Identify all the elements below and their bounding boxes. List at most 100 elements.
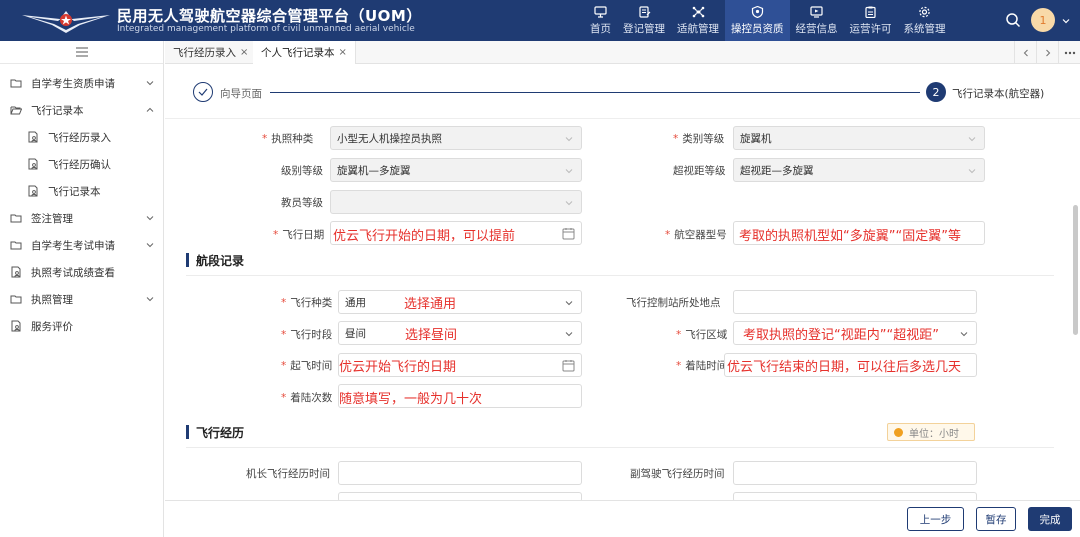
- nav-system-management-label: 系统管理: [903, 22, 946, 35]
- sidebar-item-endorsement[interactable]: 签注管理: [0, 208, 164, 228]
- tab-scroll-left[interactable]: [1014, 41, 1036, 64]
- sidebar-item-label: 飞行经历录入: [48, 131, 111, 144]
- footer-actions: 上一步 暂存 完成: [165, 500, 1080, 537]
- tab-scroll-right[interactable]: [1036, 41, 1058, 64]
- control-station-input[interactable]: [733, 290, 977, 314]
- control-station-label: 飞行控制站所处地点: [626, 297, 721, 309]
- finish-button[interactable]: 完成: [1028, 507, 1072, 531]
- nav-registration-label: 登记管理: [623, 22, 665, 35]
- top-header: 民用无人驾驶航空器综合管理平台（UOM） Integrated manageme…: [0, 0, 1080, 41]
- nav-operation-license[interactable]: 运营许可: [844, 0, 898, 41]
- tab-personal-flight-logbook[interactable]: 个人飞行记录本 ×: [253, 41, 356, 64]
- folder-icon: [10, 241, 22, 250]
- license-type-select[interactable]: 小型无人机操控员执照: [330, 126, 582, 150]
- calendar-icon: [562, 228, 575, 240]
- chevron-down-icon[interactable]: [1062, 17, 1070, 25]
- sidebar-item-license-management[interactable]: 执照管理: [0, 289, 164, 309]
- nav-operator-qualification[interactable]: 操控员资质: [725, 0, 790, 41]
- tab-more-menu[interactable]: [1058, 41, 1080, 64]
- section-title-experience: 飞行经历: [186, 424, 244, 441]
- info-icon: [894, 427, 903, 437]
- captain-time-input[interactable]: [338, 461, 582, 485]
- nav-home[interactable]: 首页: [584, 0, 617, 41]
- takeoff-label: * 起飞时间: [281, 360, 333, 372]
- clipboard-icon: [864, 6, 878, 18]
- sidebar-item-flight-logbook[interactable]: 飞行记录本: [0, 181, 164, 201]
- platform-title: 民用无人驾驶航空器综合管理平台（UOM）: [117, 7, 422, 25]
- sidebar-item-flight-logbook-group[interactable]: 飞行记录本: [0, 100, 164, 120]
- nav-airworthiness[interactable]: 适航管理: [671, 0, 725, 41]
- calendar-icon: [562, 360, 575, 372]
- unit-badge: 单位：小时: [887, 423, 975, 441]
- sidebar-item-service-rating[interactable]: 服务评价: [0, 316, 164, 336]
- flight-type-select[interactable]: 通用: [338, 290, 582, 314]
- main-nav: 首页 登记管理 适航管理 操控员资质 经营信息 运营许可 系统管理: [584, 0, 952, 41]
- section-divider: [186, 447, 1054, 448]
- search-icon[interactable]: [1005, 12, 1021, 28]
- step-current-indicator: 2: [926, 82, 946, 102]
- nav-business-info[interactable]: 经营信息: [790, 0, 844, 41]
- tab-bar: 飞行经历录入 × 个人飞行记录本 ×: [165, 41, 1080, 64]
- sidebar-item-label: 自学考生考试申请: [31, 239, 115, 252]
- sidebar-item-exam-results[interactable]: 执照考试成绩查看: [0, 262, 164, 282]
- chevron-right-icon: [1045, 49, 1050, 56]
- level-select[interactable]: 旋翼机—多旋翼: [330, 158, 582, 182]
- copilot-time-label: 副驾驶飞行经历时间: [630, 468, 725, 480]
- annotation-area: 考取执照的登记“视距内”“超视距”: [743, 328, 939, 343]
- monitor-icon: [594, 5, 608, 18]
- more-icon: [1064, 51, 1075, 54]
- instructor-select[interactable]: [330, 190, 582, 214]
- nav-system-management[interactable]: 系统管理: [898, 0, 952, 41]
- nav-business-info-label: 经营信息: [795, 22, 838, 35]
- sidebar-item-label: 飞行记录本: [31, 104, 84, 117]
- nav-airworthiness-label: 适航管理: [677, 22, 719, 35]
- sidebar-item-label: 执照考试成绩查看: [31, 266, 115, 279]
- sidebar-item-self-study-exam[interactable]: 自学考生考试申请: [0, 235, 164, 255]
- sidebar-item-label: 飞行经历确认: [48, 158, 111, 171]
- copilot-time-input[interactable]: [733, 461, 977, 485]
- close-icon[interactable]: ×: [339, 47, 347, 58]
- step-complete-indicator[interactable]: [193, 82, 213, 102]
- folder-icon: [10, 214, 22, 223]
- sidebar-item-label: 执照管理: [31, 293, 73, 306]
- tab-label: 飞行经历录入: [173, 47, 236, 59]
- annotation-aircraft-model: 考取的执照机型如“多旋翼”“固定翼”等: [739, 229, 961, 244]
- flight-type-label: * 飞行种类: [281, 297, 333, 309]
- user-avatar[interactable]: 1: [1031, 8, 1055, 32]
- save-draft-button[interactable]: 暂存: [976, 507, 1016, 531]
- nav-registration[interactable]: 登记管理: [617, 0, 671, 41]
- folder-icon: [10, 295, 22, 304]
- sidebar-item-flight-experience-entry[interactable]: 飞行经历录入: [0, 127, 164, 147]
- doc-user-icon: [28, 158, 38, 170]
- tab-flight-experience-entry[interactable]: 飞行经历录入 ×: [165, 41, 258, 64]
- close-icon[interactable]: ×: [240, 47, 248, 58]
- unit-text: 单位：小时: [909, 428, 959, 440]
- nav-operator-qualification-label: 操控员资质: [731, 22, 784, 35]
- chevron-down-icon: [565, 301, 573, 306]
- bvlos-select[interactable]: 超视距—多旋翼: [733, 158, 985, 182]
- period-select[interactable]: 昼间: [338, 321, 582, 345]
- annotation-period: 选择昼间: [405, 328, 458, 343]
- chevron-down-icon: [565, 169, 573, 174]
- step-logbook-label: 飞行记录本(航空器): [952, 88, 1045, 100]
- prev-step-button[interactable]: 上一步: [907, 507, 964, 531]
- content-scrollbar[interactable]: [1073, 205, 1078, 335]
- sidebar-item-flight-experience-confirm[interactable]: 飞行经历确认: [0, 154, 164, 174]
- chevron-down-icon: [565, 137, 573, 142]
- chevron-down-icon: [146, 297, 154, 302]
- display-icon: [810, 5, 824, 18]
- nav-home-label: 首页: [590, 22, 611, 35]
- hamburger-icon: [75, 47, 88, 57]
- sidebar-collapse-toggle[interactable]: [0, 41, 163, 64]
- category-select[interactable]: 旋翼机: [733, 126, 985, 150]
- sidebar-item-label: 签注管理: [31, 212, 73, 225]
- chevron-down-icon: [565, 332, 573, 337]
- chevron-down-icon: [968, 169, 976, 174]
- level-value: 旋翼机—多旋翼: [337, 164, 411, 177]
- chevron-left-icon: [1023, 49, 1028, 56]
- aircraft-model-label: * 航空器型号: [665, 229, 727, 241]
- folder-icon: [10, 79, 22, 88]
- bvlos-label: 超视距等级: [673, 165, 726, 177]
- sidebar-item-self-study-qualification[interactable]: 自学考生资质申请: [0, 73, 164, 93]
- chevron-down-icon: [146, 81, 154, 86]
